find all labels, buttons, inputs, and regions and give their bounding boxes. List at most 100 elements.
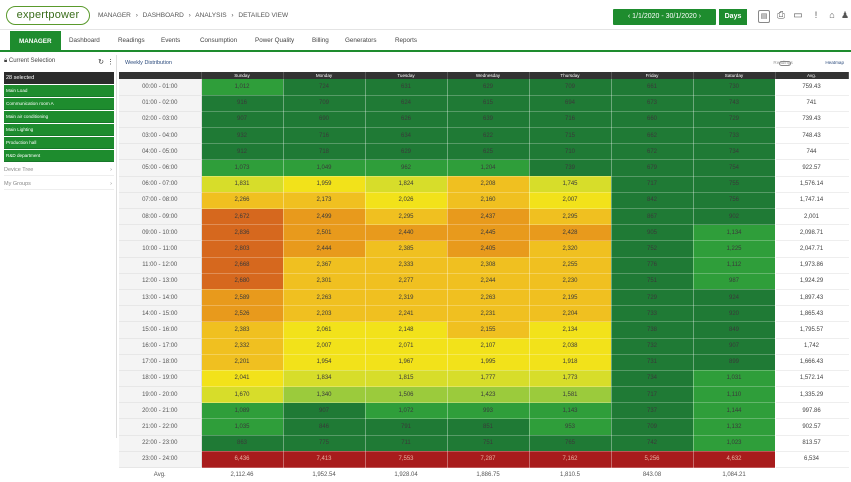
heatmap-cell[interactable]: 1,831 bbox=[201, 176, 284, 193]
heatmap-cell[interactable]: 732 bbox=[611, 338, 694, 355]
heatmap-cell[interactable]: 624 bbox=[365, 95, 448, 112]
heatmap-cell[interactable]: 1,954 bbox=[283, 354, 366, 371]
expertpower-logo[interactable]: expertpower bbox=[6, 6, 90, 25]
heatmap-cell[interactable]: 2,208 bbox=[447, 176, 530, 193]
heatmap-cell[interactable]: 7,413 bbox=[283, 451, 366, 469]
heatmap-cell[interactable]: 672 bbox=[611, 143, 694, 161]
heatmap-cell[interactable]: 2,803 bbox=[201, 240, 284, 258]
heatmap-cell[interactable]: 907 bbox=[693, 338, 776, 355]
heatmap-cell[interactable]: 734 bbox=[611, 370, 694, 388]
heatmap-cell[interactable]: 751 bbox=[611, 273, 694, 290]
heatmap-cell[interactable]: 5,256 bbox=[611, 451, 694, 469]
heatmap-cell[interactable]: 899 bbox=[693, 354, 776, 371]
selection-item[interactable]: Main Load bbox=[4, 85, 114, 97]
heatmap-cell[interactable]: 962 bbox=[365, 159, 448, 177]
heatmap-cell[interactable]: 1,072 bbox=[365, 402, 448, 420]
heatmap-cell[interactable]: 2,160 bbox=[447, 192, 530, 210]
heatmap-cell[interactable]: 2,501 bbox=[283, 224, 366, 242]
breadcrumb-manager[interactable]: MANAGER bbox=[98, 12, 131, 19]
heatmap-cell[interactable]: 1,031 bbox=[693, 370, 776, 388]
heatmap-cell[interactable]: 738 bbox=[611, 321, 694, 339]
heatmap-cell[interactable]: 615 bbox=[447, 95, 530, 112]
heatmap-cell[interactable]: 2,295 bbox=[365, 208, 448, 226]
heatmap-cell[interactable]: 754 bbox=[693, 159, 776, 177]
heatmap-cell[interactable]: 1,204 bbox=[447, 159, 530, 177]
heatmap-cell[interactable]: 2,367 bbox=[283, 257, 366, 274]
heatmap-cell[interactable]: 2,266 bbox=[201, 192, 284, 210]
view-toggle-switch[interactable] bbox=[779, 61, 791, 66]
heatmap-cell[interactable]: 1,670 bbox=[201, 386, 284, 404]
heatmap-cell[interactable]: 1,073 bbox=[201, 159, 284, 177]
heatmap-cell[interactable]: 1,777 bbox=[447, 370, 530, 388]
heatmap-cell[interactable]: 739 bbox=[529, 159, 612, 177]
info-icon[interactable]: ! bbox=[810, 10, 822, 23]
refresh-icon[interactable]: ↻ bbox=[98, 58, 104, 66]
heatmap-cell[interactable]: 710 bbox=[529, 143, 612, 161]
user-icon[interactable]: ♟ bbox=[840, 10, 850, 23]
date-range-picker[interactable]: ‹ 1/1/2020 - 30/1/2020 › bbox=[613, 9, 716, 25]
heatmap-cell[interactable]: 1,110 bbox=[693, 386, 776, 404]
heatmap-cell[interactable]: 715 bbox=[529, 127, 612, 145]
heatmap-cell[interactable]: 743 bbox=[693, 95, 776, 112]
column-header[interactable]: Friday bbox=[611, 72, 694, 79]
heatmap-cell[interactable]: 1,134 bbox=[693, 224, 776, 242]
my-groups-row[interactable]: My Groups › bbox=[4, 179, 114, 190]
heatmap-cell[interactable]: 2,680 bbox=[201, 273, 284, 290]
column-header[interactable]: Monday bbox=[283, 72, 366, 79]
tab-events[interactable]: Events bbox=[161, 37, 180, 44]
heatmap-cell[interactable]: 662 bbox=[611, 127, 694, 145]
heatmap-cell[interactable]: 912 bbox=[201, 143, 284, 161]
heatmap-cell[interactable]: 2,383 bbox=[201, 321, 284, 339]
heatmap-cell[interactable]: 2,134 bbox=[529, 321, 612, 339]
selection-item[interactable]: R&D department bbox=[4, 150, 114, 162]
column-header[interactable]: Wednesday bbox=[447, 72, 530, 79]
heatmap-cell[interactable]: 634 bbox=[365, 127, 448, 145]
breadcrumb-analysis[interactable]: ANALYSIS bbox=[195, 12, 226, 19]
heatmap-cell[interactable]: 2,277 bbox=[365, 273, 448, 290]
heatmap-cell[interactable]: 7,287 bbox=[447, 451, 530, 469]
heatmap-cell[interactable]: 2,007 bbox=[283, 338, 366, 355]
heatmap-cell[interactable]: 629 bbox=[447, 79, 530, 96]
heatmap-cell[interactable]: 1,824 bbox=[365, 176, 448, 193]
monitor-icon[interactable]: ▭ bbox=[792, 10, 804, 23]
heatmap-cell[interactable]: 755 bbox=[693, 176, 776, 193]
heatmap-cell[interactable]: 987 bbox=[693, 273, 776, 290]
heatmap-cell[interactable]: 1,815 bbox=[365, 370, 448, 388]
print-icon[interactable]: ⎙ bbox=[775, 10, 787, 23]
heatmap-cell[interactable]: 905 bbox=[611, 224, 694, 242]
heatmap-cell[interactable]: 729 bbox=[693, 111, 776, 129]
heatmap-cell[interactable]: 752 bbox=[611, 240, 694, 258]
heatmap-cell[interactable]: 2,333 bbox=[365, 257, 448, 274]
heatmap-cell[interactable]: 730 bbox=[693, 79, 776, 96]
heatmap-cell[interactable]: 2,244 bbox=[447, 273, 530, 290]
heatmap-cell[interactable]: 639 bbox=[447, 111, 530, 129]
heatmap-cell[interactable]: 2,668 bbox=[201, 257, 284, 274]
device-tree-row[interactable]: Device Tree › bbox=[4, 165, 114, 176]
heatmap-cell[interactable]: 7,162 bbox=[529, 451, 612, 469]
heatmap-cell[interactable]: 1,112 bbox=[693, 257, 776, 274]
heatmap-cell[interactable]: 867 bbox=[611, 208, 694, 226]
heatmap-cell[interactable]: 2,038 bbox=[529, 338, 612, 355]
selected-count[interactable]: 28 selected bbox=[4, 72, 114, 84]
heatmap-cell[interactable]: 690 bbox=[283, 111, 366, 129]
heatmap-cell[interactable]: 2,195 bbox=[529, 289, 612, 307]
heatmap-cell[interactable]: 1,049 bbox=[283, 159, 366, 177]
heatmap-cell[interactable]: 1,089 bbox=[201, 402, 284, 420]
heatmap-cell[interactable]: 4,632 bbox=[693, 451, 776, 469]
column-header-time[interactable] bbox=[119, 72, 202, 79]
heatmap-cell[interactable]: 2,041 bbox=[201, 370, 284, 388]
column-header[interactable]: Saturday bbox=[693, 72, 776, 79]
home-icon[interactable]: ⌂ bbox=[826, 10, 838, 23]
column-header[interactable]: Tuesday bbox=[365, 72, 448, 79]
days-button[interactable]: Days bbox=[719, 9, 747, 25]
heatmap-cell[interactable]: 679 bbox=[611, 159, 694, 177]
heatmap-cell[interactable]: 849 bbox=[693, 321, 776, 339]
more-icon[interactable]: ⋮ bbox=[107, 58, 114, 66]
heatmap-cell[interactable]: 733 bbox=[693, 127, 776, 145]
heatmap-cell[interactable]: 1,581 bbox=[529, 386, 612, 404]
heatmap-cell[interactable]: 902 bbox=[693, 208, 776, 226]
heatmap-cell[interactable]: 1,918 bbox=[529, 354, 612, 371]
heatmap-cell[interactable]: 1,143 bbox=[529, 402, 612, 420]
column-header[interactable]: Avg. bbox=[775, 72, 849, 79]
selection-item[interactable]: Production hall bbox=[4, 137, 114, 149]
